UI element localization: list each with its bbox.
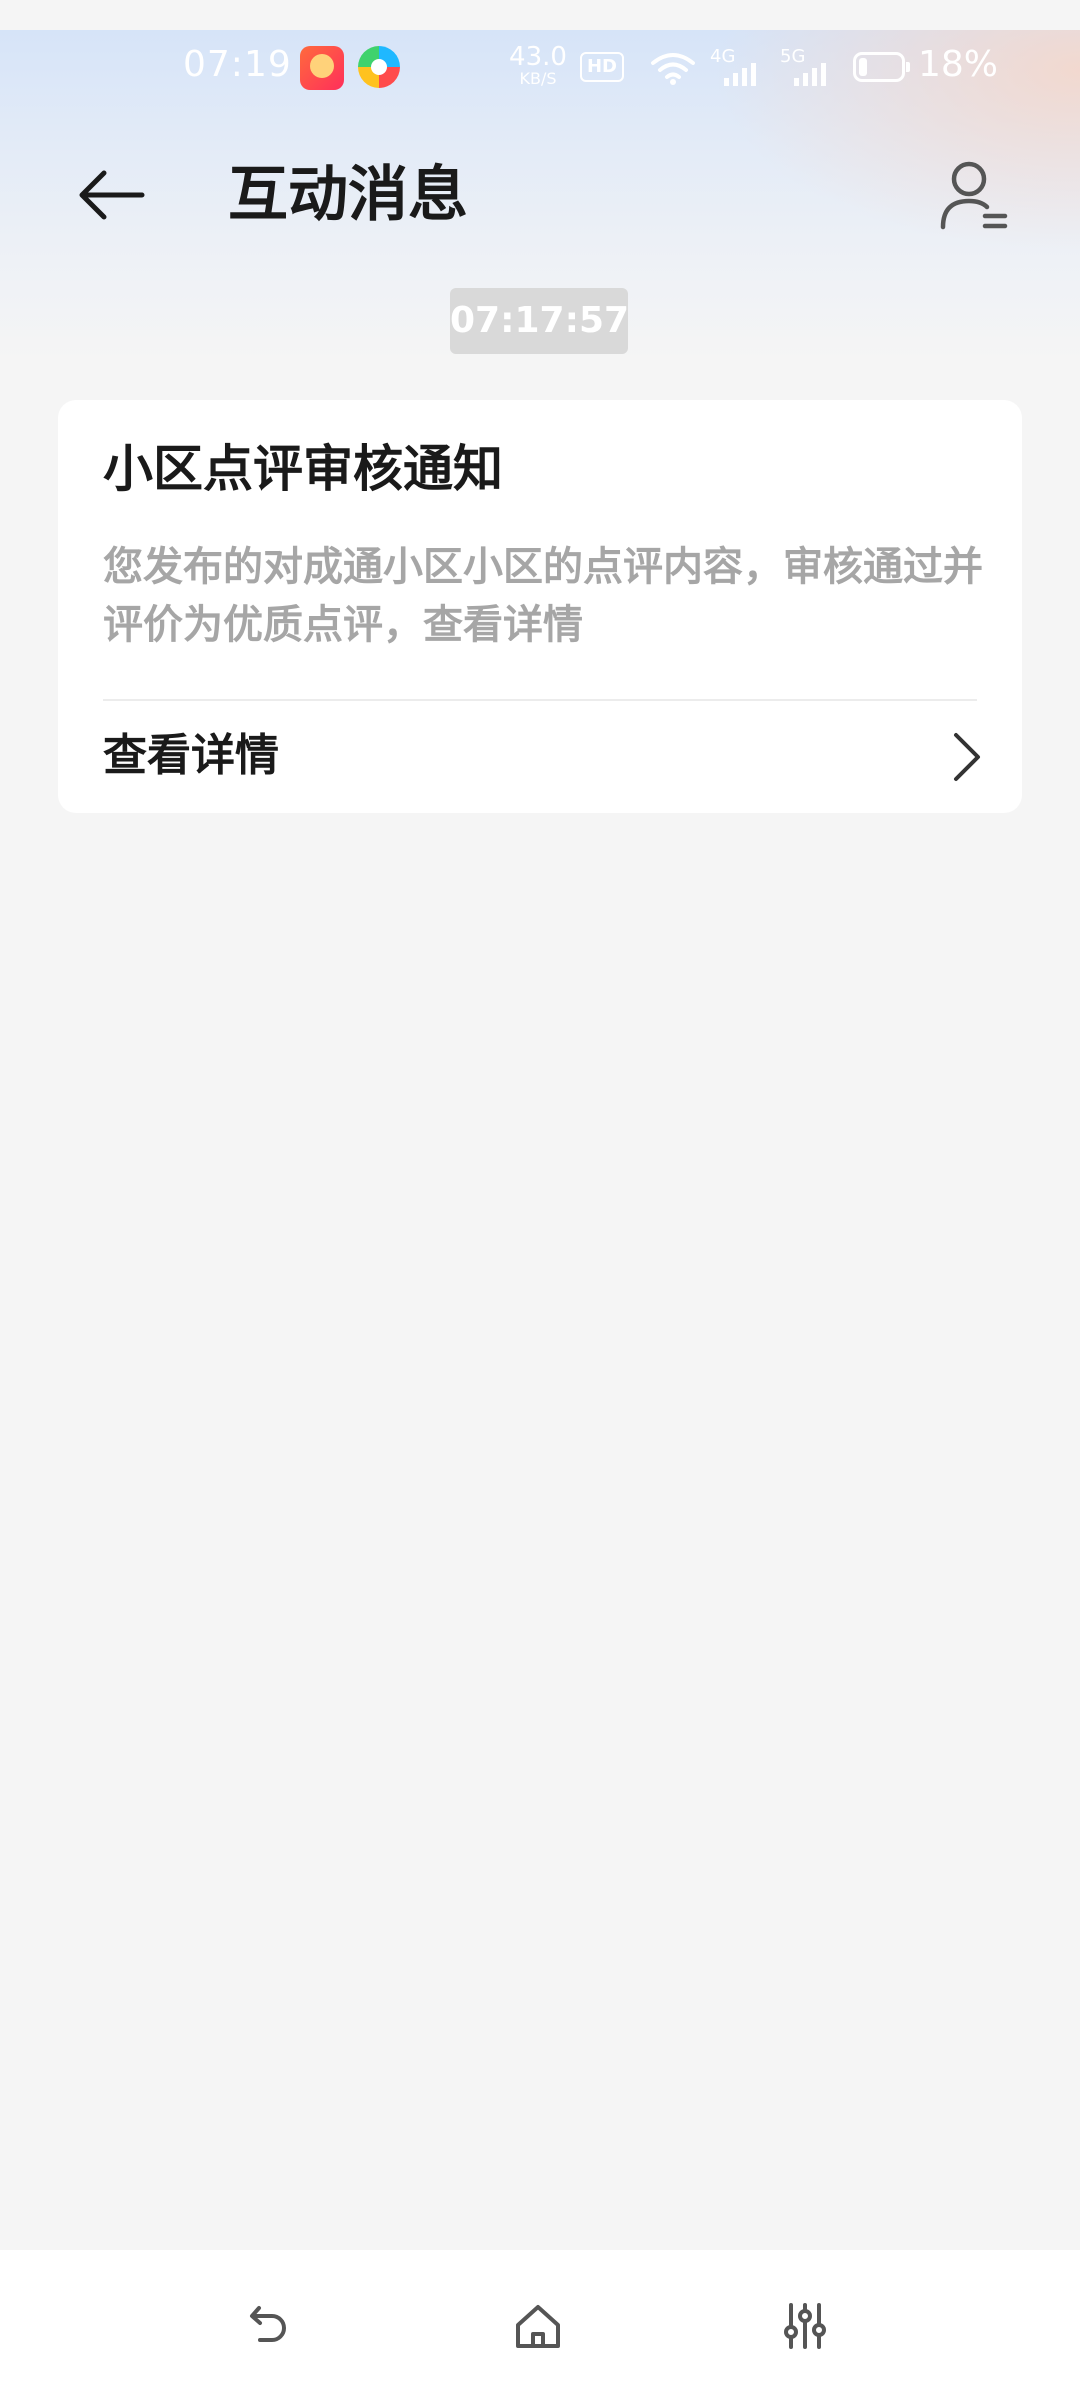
undo-back-icon	[250, 2306, 286, 2342]
home-icon	[516, 2305, 560, 2348]
signal-5g-icon: 5G	[780, 46, 840, 90]
nav-menu-button[interactable]	[765, 2286, 845, 2366]
arrow-left-icon	[79, 170, 145, 220]
signal-5g-bars	[794, 63, 826, 86]
network-speed-value: 43.0	[509, 42, 567, 72]
nav-back-button[interactable]	[231, 2286, 311, 2366]
view-details-label: 查看详情	[103, 730, 279, 781]
app-notification-icon	[300, 46, 344, 90]
network-speed: 43.0 KB/S	[508, 44, 568, 87]
hd-badge: HD	[580, 52, 624, 82]
signal-4g-bars	[724, 63, 756, 86]
colorful-app-icon	[358, 46, 400, 88]
card-description: 您发布的对成通小区小区的点评内容，审核通过并评价为优质点评，查看详情	[103, 544, 983, 648]
battery-percent: 18%	[918, 44, 999, 85]
app-bar: 互动消息	[0, 140, 1080, 250]
system-nav-bar	[0, 2250, 1080, 2400]
status-bar: 07:19 43.0 KB/S HD 4G 5G 18%	[0, 30, 1080, 108]
person-list-icon	[940, 161, 1008, 230]
status-time: 07:19	[183, 44, 292, 85]
card-title: 小区点评审核通知	[103, 440, 503, 498]
chevron-right-icon	[954, 733, 980, 781]
network-speed-unit: KB/S	[519, 69, 557, 88]
nav-home-button[interactable]	[498, 2286, 578, 2366]
top-strip	[0, 0, 1080, 30]
notice-card[interactable]: 小区点评审核通知 您发布的对成通小区小区的点评内容，审核通过并评价为优质点评，查…	[58, 400, 1022, 813]
back-button[interactable]	[60, 150, 160, 240]
wifi-icon	[651, 53, 695, 85]
message-timestamp: 07:17:57	[450, 288, 629, 354]
signal-4g-icon: 4G	[710, 46, 770, 90]
battery-icon	[853, 52, 910, 82]
view-details-link[interactable]: 查看详情	[58, 701, 1022, 813]
profile-button[interactable]	[930, 150, 1020, 240]
sliders-icon	[784, 2303, 826, 2349]
page-title: 互动消息	[228, 160, 468, 230]
